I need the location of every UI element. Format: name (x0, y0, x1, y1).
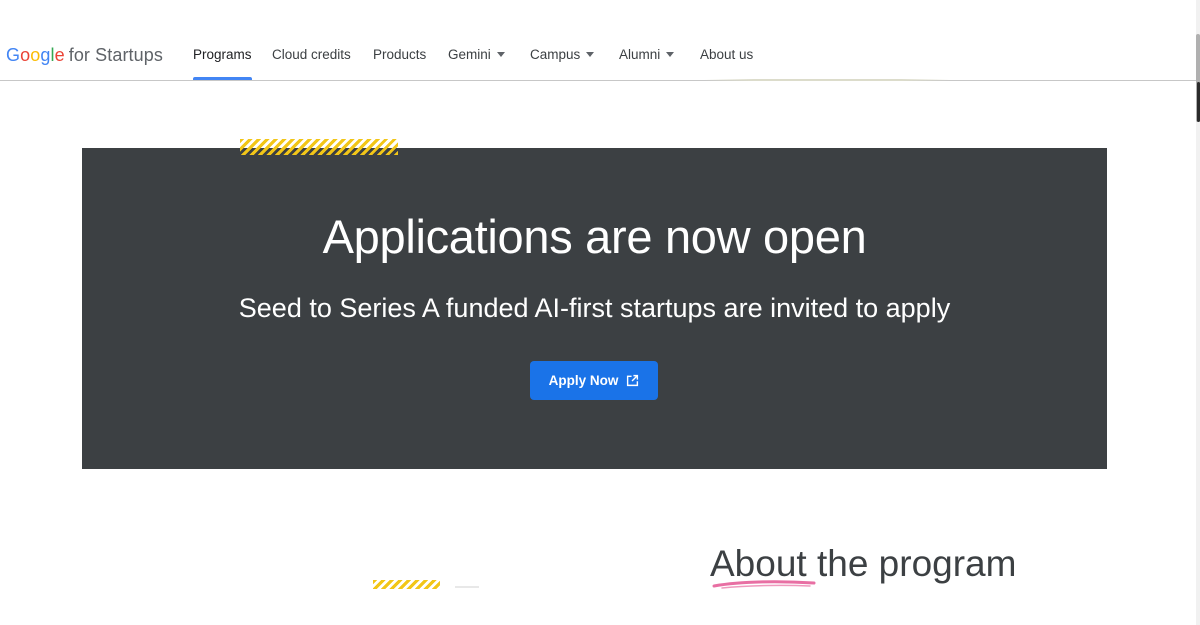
nav-item-campus[interactable]: Campus (530, 45, 595, 65)
nav-item-gemini[interactable]: Gemini (448, 45, 505, 65)
active-tab-indicator (193, 77, 252, 80)
hero-title: Applications are now open (322, 210, 867, 263)
highlight-underline (712, 580, 816, 589)
nav-item-label: About us (700, 47, 754, 62)
logo-suffix: for Startups (68, 45, 163, 65)
logo-letter: G (6, 45, 21, 65)
google-for-startups-logo[interactable]: Google for Startups (6, 43, 163, 67)
hero-subtitle: Seed to Series A funded AI-first startup… (238, 293, 951, 323)
external-link-icon (627, 374, 639, 387)
decorative-hatch (240, 139, 398, 155)
caret-down-icon (666, 52, 675, 57)
top-navigation: Google for Startups Programs Cloud credit… (0, 0, 1196, 81)
nav-item-label: Products (373, 47, 427, 62)
caret-down-icon (496, 52, 505, 57)
logo-letter: e (54, 45, 65, 65)
nav-item-programs[interactable]: Programs (193, 45, 252, 65)
decorative-line (705, 79, 950, 81)
decorative-hatch (373, 580, 440, 589)
nav-item-label: Alumni (619, 47, 661, 62)
decorative-dash (455, 586, 479, 588)
logo-letter: g (40, 45, 51, 65)
page: Google for Startups Programs Cloud credit… (0, 0, 1200, 625)
nav-item-label: Campus (530, 47, 581, 62)
nav-item-products[interactable]: Products (373, 45, 426, 65)
nav-item-alumni[interactable]: Alumni (619, 45, 675, 65)
nav-item-label: Gemini (448, 47, 491, 62)
nav-item-cloud-credits[interactable]: Cloud credits (272, 45, 351, 65)
caret-down-icon (586, 52, 595, 57)
nav-item-label: Cloud credits (272, 47, 351, 62)
nav-item-label: Programs (193, 47, 252, 62)
logo-letter: o (20, 45, 31, 65)
nav-item-about-us[interactable]: About us (700, 45, 753, 65)
apply-now-label: Apply Now (548, 373, 619, 388)
apply-now-button[interactable]: Apply Now (530, 361, 658, 400)
logo-letter: o (30, 45, 41, 65)
